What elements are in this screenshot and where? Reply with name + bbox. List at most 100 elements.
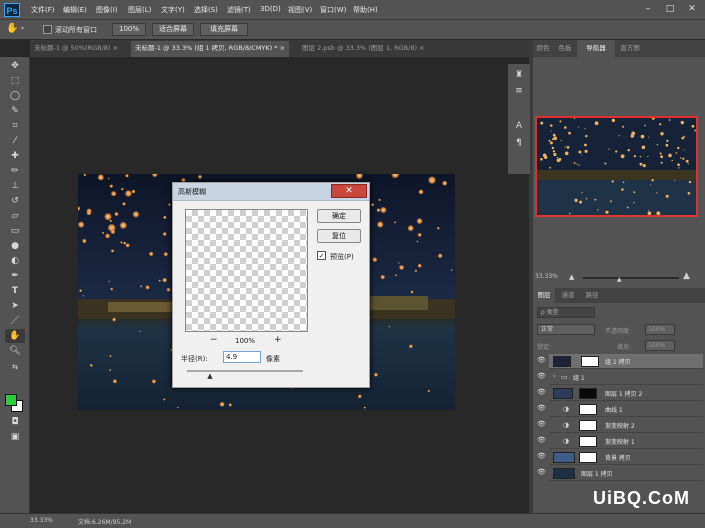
layer-row-group1-copy[interactable]: 👁︎ 组 1 拷贝 [537, 354, 703, 369]
layer-row-gradient-map1[interactable]: 👁︎ ◑ 渐变映射 1 [537, 434, 703, 449]
zoom-out-icon[interactable]: − [210, 335, 218, 345]
lasso-tool-icon[interactable]: ◯ [5, 89, 25, 103]
status-zoom[interactable]: 33.33% [30, 517, 53, 524]
opacity-input[interactable]: 100% [645, 324, 675, 335]
history-panel-icon[interactable]: ♜ [509, 68, 529, 82]
menu-help[interactable]: 帮助(H) [353, 5, 378, 15]
status-doc-size[interactable]: 文档:6.26M/95.2M [78, 517, 131, 526]
healing-tool-icon[interactable]: ✚ [5, 149, 25, 163]
tab-paths[interactable]: 路径 [581, 288, 603, 303]
line-tool-icon[interactable]: ／ [5, 314, 25, 328]
menu-filter[interactable]: 滤镜(T) [227, 5, 251, 15]
menu-view[interactable]: 视图(V) [288, 5, 312, 15]
tab-doc-1[interactable]: 未标题-1 @ 50%(RGB/8) × [30, 41, 130, 57]
layer-row-background-copy[interactable]: 👁︎ 背景 拷贝 [537, 450, 703, 465]
blur-tool-icon[interactable]: ● [5, 239, 25, 253]
tab-channels[interactable]: 通道 [557, 288, 579, 303]
blend-mode-select[interactable]: 正常 [537, 324, 595, 335]
navigator-zoom-slider[interactable] [583, 277, 679, 279]
menu-image[interactable]: 图像(I) [96, 5, 118, 15]
eyedropper-tool-icon[interactable]: ⁄ [5, 134, 25, 148]
tab-close-icon[interactable]: × [419, 44, 424, 52]
reset-button[interactable]: 复位 [317, 229, 361, 243]
layer-row-layer1-copy[interactable]: 👁︎ 图层 1 拷贝 [537, 466, 703, 481]
zoom-tool-icon[interactable]: 🔍︎ [5, 344, 25, 358]
zoom-100-button[interactable]: 100% [112, 23, 146, 36]
type-tool-icon[interactable]: T [5, 284, 25, 298]
crop-tool-icon[interactable]: ⌗ [5, 119, 25, 133]
menu-file[interactable]: 文件(F) [31, 5, 55, 15]
fit-screen-button[interactable]: 适合屏幕 [152, 23, 194, 36]
quick-select-tool-icon[interactable]: ✎ [5, 104, 25, 118]
navigator-preview[interactable] [535, 116, 698, 217]
paragraph-panel-icon[interactable]: ¶ [509, 136, 529, 150]
tab-histogram[interactable]: 直方图 [615, 40, 645, 57]
radius-slider-thumb[interactable]: ▲ [207, 372, 212, 380]
expand-chevron-icon[interactable]: › [553, 373, 555, 380]
swap-colors-icon[interactable]: ⇆ [5, 360, 25, 374]
fill-screen-button[interactable]: 填充屏幕 [200, 23, 248, 36]
tab-doc-3[interactable]: 图层 2.psb @ 33.3% (图层 1, RGB/8) × [298, 41, 458, 57]
visibility-eye-icon[interactable]: 👁︎ [537, 420, 546, 428]
clone-stamp-tool-icon[interactable]: ⊥ [5, 179, 25, 193]
visibility-eye-icon[interactable]: 👁︎ [537, 372, 546, 380]
dodge-tool-icon[interactable]: ◐ [5, 254, 25, 268]
tab-swatches[interactable]: 色板 [555, 40, 575, 57]
zoom-in-icon[interactable]: + [274, 335, 282, 345]
brush-tool-icon[interactable]: ✏ [5, 164, 25, 178]
close-icon[interactable]: ✕ [331, 184, 367, 198]
tab-layers[interactable]: 图层 [533, 288, 555, 303]
tab-color[interactable]: 颜色 [533, 40, 553, 57]
visibility-eye-icon[interactable]: 👁︎ [537, 356, 546, 364]
radius-input[interactable]: 4.9 [223, 351, 261, 363]
pen-tool-icon[interactable]: ✒ [5, 269, 25, 283]
move-tool-icon[interactable]: ✥ [5, 59, 25, 73]
menu-select[interactable]: 选择(S) [194, 5, 218, 15]
layer-row-gradient-map2[interactable]: 👁︎ ◑ 渐变映射 2 [537, 418, 703, 433]
visibility-eye-icon[interactable]: 👁︎ [537, 388, 546, 396]
menu-3d[interactable]: 3D(D) [260, 5, 281, 13]
navigator-zoom-value[interactable]: 33.33% [535, 273, 558, 280]
hand-tool-icon[interactable]: ✋ [5, 329, 25, 343]
minimize-icon[interactable]: – [641, 4, 655, 16]
character-panel-icon[interactable]: A [509, 119, 529, 133]
zoom-in-large-icon[interactable]: ▲ [683, 271, 690, 281]
close-icon[interactable]: ✕ [685, 4, 699, 16]
blur-preview[interactable] [185, 209, 308, 332]
properties-panel-icon[interactable]: ≡ [509, 84, 529, 98]
visibility-eye-icon[interactable]: 👁︎ [537, 404, 546, 412]
visibility-eye-icon[interactable]: 👁︎ [537, 468, 546, 476]
navigator-slider-thumb[interactable]: ▲ [617, 276, 622, 283]
preview-checkbox[interactable]: ✓ [317, 251, 326, 260]
screen-mode-icon[interactable]: ▣ [5, 430, 25, 444]
marquee-tool-icon[interactable]: ⬚ [5, 74, 25, 88]
layer-filter-input[interactable]: ρ 类型 [537, 307, 595, 318]
eraser-tool-icon[interactable]: ▱ [5, 209, 25, 223]
tab-navigator[interactable]: 导航器 [577, 40, 615, 57]
ok-button[interactable]: 确定 [317, 209, 361, 223]
menu-layer[interactable]: 图层(L) [128, 5, 151, 15]
tab-close-icon[interactable]: × [113, 44, 118, 52]
visibility-eye-icon[interactable]: 👁︎ [537, 436, 546, 444]
maximize-icon[interactable]: □ [663, 4, 677, 16]
layer-row-group1[interactable]: 👁︎ › ▭ 组 1 [537, 370, 703, 385]
gradient-tool-icon[interactable]: ▭ [5, 224, 25, 238]
menu-window[interactable]: 窗口(W) [320, 5, 346, 15]
layer-row-curves1[interactable]: 👁︎ ◑ 曲线 1 [537, 402, 703, 417]
tab-doc-2[interactable]: 未标题-1 @ 33.3% (组 1 拷贝, RGB/8/CMYK) * × [131, 41, 289, 57]
path-select-tool-icon[interactable]: ➤ [5, 299, 25, 313]
layer-row-layer1-copy2[interactable]: 👁︎ 图层 1 拷贝 2 [537, 386, 703, 401]
scroll-all-checkbox[interactable] [43, 25, 52, 34]
tool-preset-chevron-icon[interactable]: ▾ [21, 25, 24, 32]
foreground-color-swatch[interactable] [5, 394, 17, 406]
history-brush-tool-icon[interactable]: ↺ [5, 194, 25, 208]
quick-mask-icon[interactable]: ◘ [5, 415, 25, 429]
zoom-out-small-icon[interactable]: ▲ [569, 273, 574, 281]
tab-close-icon[interactable]: × [280, 44, 285, 52]
menu-edit[interactable]: 编辑(E) [63, 5, 87, 15]
menu-type[interactable]: 文字(Y) [161, 5, 185, 15]
dialog-titlebar[interactable]: 高斯模糊 ✕ [173, 183, 369, 201]
visibility-eye-icon[interactable]: 👁︎ [537, 452, 546, 460]
fill-input[interactable]: 100% [645, 340, 675, 351]
radius-slider-track[interactable] [187, 370, 303, 372]
